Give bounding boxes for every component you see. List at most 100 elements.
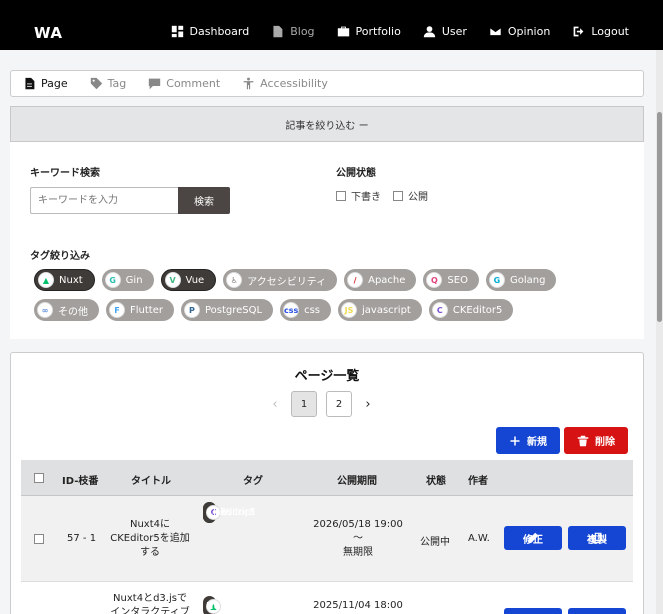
nav-portfolio[interactable]: Portfolio: [337, 25, 401, 38]
tag-chip-7[interactable]: G Golang: [485, 269, 557, 291]
status-draft-option[interactable]: 下書き: [336, 188, 381, 203]
row-checkbox[interactable]: [34, 534, 44, 544]
row-period-separator: 〜: [353, 533, 363, 544]
nav-dashboard-label: Dashboard: [189, 25, 250, 38]
tag-chip-label: Vue: [185, 274, 205, 286]
tag-chip-label: Gin: [125, 274, 143, 286]
page-scrollbar[interactable]: [656, 50, 663, 614]
tag-chip-9[interactable]: F Flutter: [106, 299, 174, 321]
tag-chip-icon: ∞: [37, 302, 53, 318]
col-id: ID-枝番: [62, 476, 99, 487]
tag-chip-label: CKEditor5: [452, 304, 503, 316]
app-logo[interactable]: WA: [34, 24, 62, 42]
tag-chip-3[interactable]: V Vue: [160, 269, 217, 291]
tag-chip-icon: P: [183, 302, 200, 318]
row-title[interactable]: Nuxt4とd3.jsで インタラクティブ: [109, 592, 191, 614]
search-button[interactable]: 検索: [178, 187, 230, 214]
main-nav: Dashboard Blog Portfolio User Opinion Lo…: [171, 25, 629, 38]
dashboard-icon: [171, 25, 183, 38]
tab-page[interactable]: Page: [23, 77, 68, 90]
row-status: 公開中: [420, 537, 450, 548]
tag-chip-icon: css: [283, 302, 300, 318]
nav-dashboard[interactable]: Dashboard: [171, 25, 250, 38]
nav-user-label: User: [441, 25, 467, 38]
copy-button[interactable]: 複製: [568, 526, 626, 550]
tag-chip-label: Nuxt: [59, 274, 83, 286]
prev-page-button[interactable]: ‹: [268, 397, 282, 412]
col-tags: タグ: [243, 476, 263, 487]
status-published-option[interactable]: 公開: [393, 188, 428, 203]
tag-chip-label: Apache: [368, 274, 406, 286]
new-button-label: 新規: [527, 437, 547, 448]
page-list-card: ページ一覧 ‹ 1 2 › 新規 削除 ID-枝番 タイトル タグ 公開期間 状…: [10, 352, 644, 614]
tag-chip-6[interactable]: Q SEO: [423, 269, 479, 291]
select-all-checkbox[interactable]: [34, 473, 44, 483]
table-row[interactable]: Nuxt4とd3.jsで インタラクティブ ▲ Nuxt 2025/11/04 1…: [21, 582, 633, 614]
user-icon: [423, 26, 435, 38]
edit-button-label: 修正: [523, 534, 543, 546]
briefcase-icon: [337, 26, 349, 37]
draft-checkbox[interactable]: [336, 190, 346, 201]
page-list-title: ページ一覧: [294, 369, 360, 384]
nav-user[interactable]: User: [423, 25, 467, 38]
keyword-search-label: キーワード検索: [30, 168, 100, 179]
tag-chip-icon: V: [164, 272, 181, 288]
plus-icon: [510, 436, 520, 445]
tab-comment[interactable]: Comment: [148, 77, 220, 90]
nav-blog[interactable]: Blog: [271, 25, 315, 38]
tag-chip-2[interactable]: G Gin: [101, 269, 154, 291]
tag-chip-4[interactable]: ♿ アクセシビリティ: [223, 269, 338, 291]
scrollbar-thumb[interactable]: [657, 112, 662, 322]
tag-chip-label: javascript: [362, 304, 411, 316]
comment-icon: [149, 78, 161, 90]
next-page-button[interactable]: ›: [361, 397, 375, 412]
document-icon: [273, 25, 283, 38]
tab-accessibility[interactable]: Accessibility: [242, 77, 328, 90]
mail-icon: [489, 26, 502, 37]
trash-icon: [577, 435, 589, 446]
tag-chip-icon: JS: [341, 302, 358, 318]
tab-tag[interactable]: Tag: [90, 77, 126, 90]
nav-logout-label: Logout: [591, 25, 629, 38]
col-title: タイトル: [131, 476, 171, 487]
tab-comment-label: Comment: [166, 77, 221, 90]
copy-button[interactable]: [568, 608, 626, 614]
col-period: 公開期間: [337, 476, 377, 487]
filter-toggle[interactable]: 記事を絞り込む ー: [10, 106, 644, 142]
published-checkbox[interactable]: [393, 190, 403, 201]
nav-logout[interactable]: Logout: [572, 25, 629, 38]
keyword-input[interactable]: [30, 187, 178, 214]
top-navbar: WA Dashboard Blog Portfolio User Opinion…: [0, 0, 663, 50]
tab-accessibility-label: Accessibility: [260, 77, 328, 90]
status-draft-label: 下書き: [351, 192, 381, 203]
edit-button[interactable]: [504, 608, 562, 614]
filter-panel: キーワード検索 検索 公開状態 下書き 公開 タグ絞り込み ▲ Nuxt G Gin V…: [10, 142, 644, 339]
page-button-1[interactable]: 1: [291, 391, 317, 417]
table-row[interactable]: 57 - 1 Nuxt4に CKEditor5を追加 する ▲Nuxt JSja…: [21, 496, 633, 582]
tag-filter-chips: ▲ Nuxt G Gin V Vue ♿ アクセシビリティ / Apache Q SEO G Golang…: [34, 269, 624, 321]
tag-chip-1[interactable]: ▲ Nuxt: [34, 269, 95, 291]
row-period-end: 無期限: [343, 547, 373, 558]
tag-chip-5[interactable]: / Apache: [344, 269, 417, 291]
nav-opinion[interactable]: Opinion: [489, 25, 550, 38]
tag-chip-10[interactable]: P PostgreSQL: [180, 299, 274, 321]
tag-chip-icon: G: [488, 272, 505, 288]
edit-button[interactable]: 修正: [504, 526, 562, 550]
page-button-2[interactable]: 2: [326, 391, 352, 417]
row-title[interactable]: Nuxt4に CKEditor5を追加 する: [109, 518, 191, 560]
tag-chip-13[interactable]: C CKEditor5: [428, 299, 514, 321]
tag-chip-12[interactable]: JS javascript: [338, 299, 422, 321]
tag-chip-icon: G: [104, 272, 121, 288]
row-period-start: 2026/05/18 19:00: [313, 519, 403, 530]
tag-chip-icon: C: [431, 302, 448, 318]
tag-chip-label: アクセシビリティ: [247, 276, 327, 288]
row-tag-chip: ▲Nuxt: [203, 596, 230, 614]
tag-chip-8[interactable]: ∞ その他: [34, 299, 99, 321]
new-button[interactable]: 新規: [496, 427, 560, 454]
tag-chip-11[interactable]: css css: [280, 299, 332, 321]
tag-icon: [90, 77, 102, 90]
delete-button[interactable]: 削除: [564, 427, 628, 454]
row-tag-label: CKEditor5: [206, 507, 256, 518]
logout-icon: [573, 26, 584, 37]
tag-chip-label: その他: [58, 306, 88, 318]
